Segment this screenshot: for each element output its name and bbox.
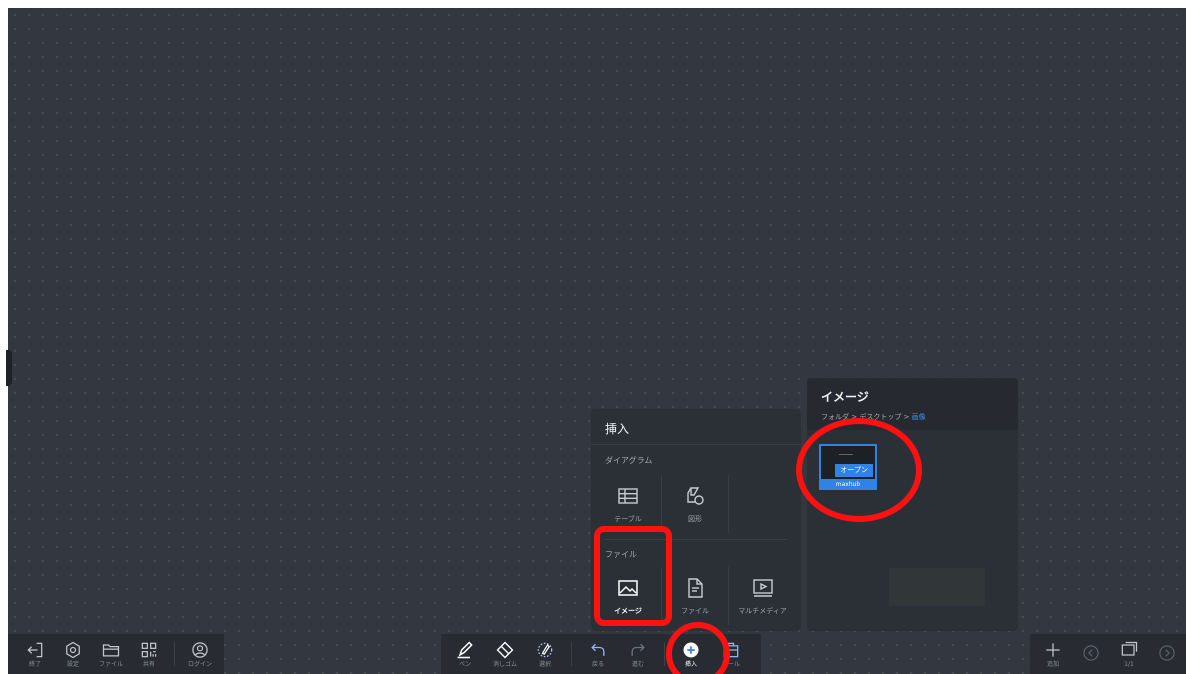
breadcrumb-current: 画像 — [911, 413, 926, 421]
toolbar-divider — [571, 642, 572, 666]
login-label: ログイン — [187, 661, 212, 668]
insert-multimedia-label: マルチメディア — [738, 607, 787, 615]
file-section-label: ファイル — [605, 550, 637, 559]
empty-cell — [729, 475, 796, 533]
toolbox-icon — [723, 642, 739, 658]
breadcrumb: フォルダ > デスクトップ > 画像 — [821, 412, 1004, 422]
insert-label: 挿入 — [684, 661, 697, 668]
exit-icon — [27, 642, 43, 658]
side-panel-handle[interactable] — [6, 350, 12, 386]
multimedia-icon — [752, 579, 773, 597]
plus-icon — [1046, 643, 1060, 657]
thumbnail-preview — [839, 454, 853, 455]
insert-table-button[interactable]: テーブル — [595, 475, 662, 533]
select-label: 選択 — [538, 661, 551, 668]
lasso-icon — [537, 642, 553, 658]
qr-icon — [141, 642, 157, 658]
insert-multimedia-button[interactable]: マルチメディア — [729, 567, 796, 625]
next-page-button[interactable] — [1148, 634, 1186, 674]
chevron-right-icon — [1159, 645, 1175, 661]
prev-page-button[interactable] — [1072, 634, 1110, 674]
share-button[interactable]: 共有 — [130, 634, 168, 674]
table-icon — [618, 488, 638, 504]
image-panel-title: イメージ — [821, 390, 869, 404]
user-icon — [192, 642, 208, 658]
undo-button[interactable]: 戻る — [578, 634, 618, 674]
insert-table-label: テーブル — [614, 515, 642, 523]
insert-panel-title: 挿入 — [591, 409, 801, 445]
eraser-label: 消しゴム — [492, 661, 517, 668]
image-thumbnail[interactable]: オープン maxhub — [819, 444, 877, 490]
page-toolbar: 追加 1/1 — [1030, 634, 1186, 674]
breadcrumb-separator: > — [901, 413, 912, 421]
plus-circle-icon — [683, 642, 699, 658]
breadcrumb-folder[interactable]: フォルダ — [821, 413, 849, 421]
pen-button[interactable]: ペン — [445, 634, 485, 674]
main-toolbar: ペン 消しゴム 選択 戻る 進む 挿入 ツール — [441, 634, 761, 674]
redo-label: 進む — [631, 661, 644, 668]
pages-icon — [1121, 641, 1138, 656]
diagram-section-label: ダイアグラム — [605, 456, 653, 465]
add-page-button[interactable]: 追加 — [1034, 634, 1072, 674]
eraser-button[interactable]: 消しゴム — [485, 634, 525, 674]
image-icon — [618, 580, 638, 596]
settings-button[interactable]: 設定 — [54, 634, 92, 674]
tool-label: ツール — [721, 661, 740, 668]
share-label: 共有 — [142, 661, 155, 668]
image-panel-header: イメージ フォルダ > デスクトップ > 画像 — [807, 378, 1018, 430]
toolbar-divider — [174, 642, 175, 666]
undo-label: 戻る — [591, 661, 604, 668]
add-page-label: 追加 — [1046, 661, 1059, 668]
shape-icon — [687, 487, 704, 505]
pen-icon — [457, 641, 473, 659]
chevron-left-icon — [1083, 645, 1099, 661]
gear-icon — [66, 641, 80, 659]
open-button[interactable]: オープン — [835, 464, 873, 477]
login-button[interactable]: ログイン — [181, 634, 219, 674]
insert-file-label: ファイル — [681, 607, 709, 615]
drag-ghost — [889, 568, 985, 606]
breadcrumb-separator: > — [849, 413, 860, 421]
file-icon — [688, 578, 703, 598]
insert-file-button[interactable]: ファイル — [662, 567, 729, 625]
breadcrumb-desktop[interactable]: デスクトップ — [859, 413, 901, 421]
left-toolbar: 終了 設定 ファイル 共有 ログイン — [8, 634, 224, 674]
section-divider — [605, 539, 787, 540]
redo-button[interactable]: 進む — [618, 634, 658, 674]
insert-shape-label: 図形 — [688, 515, 702, 523]
insert-image-button[interactable]: イメージ — [595, 567, 662, 625]
file-label: ファイル — [98, 661, 123, 668]
image-browser-panel: イメージ フォルダ > デスクトップ > 画像 オープン maxhub — [807, 378, 1018, 631]
file-button[interactable]: ファイル — [92, 634, 130, 674]
redo-icon — [631, 643, 645, 656]
pen-label: ペン — [458, 661, 471, 668]
select-button[interactable]: 選択 — [525, 634, 565, 674]
undo-icon — [591, 643, 605, 656]
insert-panel: 挿入 ダイアグラム テーブル 図形 ファイル イメージ ファイル マルチメディア — [591, 409, 801, 631]
insert-shape-button[interactable]: 図形 — [662, 475, 729, 533]
toolbar-divider — [664, 642, 665, 666]
eraser-icon — [496, 641, 514, 659]
exit-button[interactable]: 終了 — [16, 634, 54, 674]
pages-button[interactable]: 1/1 — [1110, 634, 1148, 674]
folder-icon — [102, 644, 120, 657]
insert-button[interactable]: 挿入 — [671, 634, 711, 674]
page-count: 1/1 — [1124, 661, 1134, 668]
settings-label: 設定 — [66, 661, 79, 668]
thumbnail-name: maxhub — [819, 479, 877, 490]
insert-image-label: イメージ — [614, 607, 642, 615]
tool-button[interactable]: ツール — [711, 634, 751, 674]
exit-label: 終了 — [28, 661, 41, 668]
